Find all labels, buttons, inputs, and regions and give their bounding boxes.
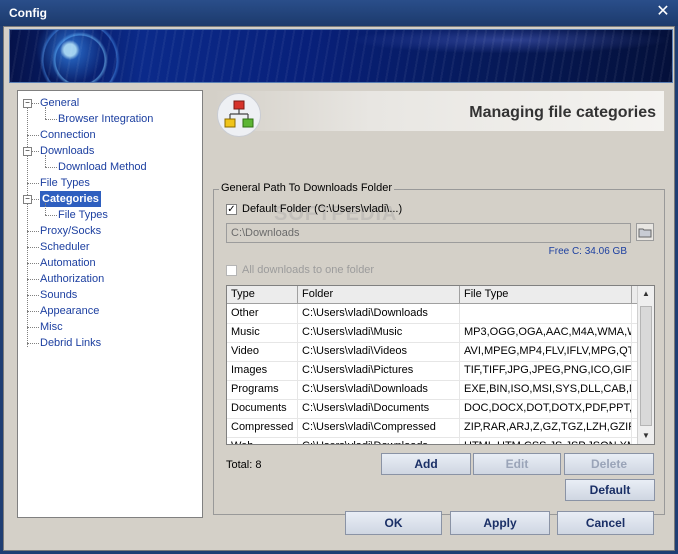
downloads-folder-group: General Path To Downloads Folder ✓ Defau… xyxy=(213,182,665,515)
ok-button[interactable]: OK xyxy=(345,511,442,535)
tree-item[interactable]: Appearance xyxy=(40,303,99,319)
window-title: Config xyxy=(9,6,47,20)
section-title: Managing file categories xyxy=(469,104,656,121)
tree-item[interactable]: Download Method xyxy=(58,159,147,175)
cell-type: Programs xyxy=(227,380,298,399)
table-row[interactable]: Documents C:\Users\vladi\Documents DOC,DOC… xyxy=(227,399,638,419)
cell-type: Images xyxy=(227,361,298,380)
banner-image xyxy=(9,29,673,83)
table-row[interactable]: Music C:\Users\vladi\Music MP3,OGG,OGA,AAC… xyxy=(227,323,638,343)
tree-item[interactable]: Downloads xyxy=(40,143,94,159)
cancel-button[interactable]: Cancel xyxy=(557,511,654,535)
collapse-icon[interactable]: − xyxy=(23,147,32,156)
scroll-down-icon[interactable]: ▼ xyxy=(638,428,654,444)
cell-file-type: ZIP,RAR,ARJ,Z,GZ,TGZ,LZH,GZIP, xyxy=(460,418,632,437)
default-button[interactable]: Default xyxy=(565,479,655,501)
cell-type: Music xyxy=(227,323,298,342)
tree-item[interactable]: Scheduler xyxy=(40,239,90,255)
tree-item[interactable]: Sounds xyxy=(40,287,77,303)
add-button[interactable]: Add xyxy=(381,453,471,475)
column-header-folder[interactable]: Folder xyxy=(298,286,460,303)
cell-file-type: EXE,BIN,ISO,MSI,SYS,DLL,CAB,MS xyxy=(460,380,632,399)
cell-type: Web xyxy=(227,437,298,444)
free-space-label: Free C: 34.06 GB xyxy=(548,246,627,257)
tree-item[interactable]: File Types xyxy=(58,207,108,223)
default-folder-checkbox[interactable]: ✓ xyxy=(226,204,237,215)
browse-folder-button[interactable] xyxy=(636,223,654,241)
cell-type: Video xyxy=(227,342,298,361)
cell-file-type: HTML,HTM,CSS,JS,JSP,JSON,XML xyxy=(460,437,632,444)
table-row[interactable]: Images C:\Users\vladi\Pictures TIF,TIFF,JP… xyxy=(227,361,638,381)
dialog-body: − General Browser Integration Connection − Do… xyxy=(3,26,675,551)
cell-type: Other xyxy=(227,304,298,323)
cell-folder: C:\Users\vladi\Documents xyxy=(298,399,460,418)
column-header-type[interactable]: Type xyxy=(227,286,298,303)
tree-item[interactable]: Authorization xyxy=(40,271,104,287)
column-header-file-type[interactable]: File Type xyxy=(460,286,632,303)
tree-item[interactable]: Browser Integration xyxy=(58,111,153,127)
table-header: Type Folder File Type xyxy=(227,286,638,304)
scroll-thumb[interactable] xyxy=(640,306,652,426)
config-window: Config ✕ − General Browser Integration Conn… xyxy=(0,0,678,554)
tree-item[interactable]: Debrid Links xyxy=(40,335,101,351)
title-bar: Config ✕ xyxy=(0,0,678,26)
categories-table[interactable]: Type Folder File Type Other C:\Users\vlad… xyxy=(226,285,655,445)
cell-folder: C:\Users\vladi\Downloads xyxy=(298,437,460,444)
table-row[interactable]: Video C:\Users\vladi\Videos AVI,MPEG,MP4,F… xyxy=(227,342,638,362)
cell-folder: C:\Users\vladi\Videos xyxy=(298,342,460,361)
close-icon[interactable]: ✕ xyxy=(654,3,672,21)
all-one-folder-checkbox[interactable] xyxy=(226,265,237,276)
cell-folder: C:\Users\vladi\Downloads xyxy=(298,304,460,323)
cell-file-type xyxy=(460,304,632,323)
default-folder-label: Default Folder (C:\Users\vladi\...) xyxy=(242,203,403,215)
table-row[interactable]: Compressed C:\Users\vladi\Compressed ZIP,R… xyxy=(227,418,638,438)
cell-folder: C:\Users\vladi\Compressed xyxy=(298,418,460,437)
all-one-folder-label: All downloads to one folder xyxy=(242,264,375,276)
cell-file-type: TIF,TIFF,JPG,JPEG,PNG,ICO,GIF,T xyxy=(460,361,632,380)
table-scrollbar[interactable]: ▲ ▼ xyxy=(637,286,654,444)
section-header: Managing file categories xyxy=(213,91,664,137)
tree-item[interactable]: Automation xyxy=(40,255,96,271)
cell-type: Documents xyxy=(227,399,298,418)
cell-file-type: MP3,OGG,OGA,AAC,M4A,WMA,WI xyxy=(460,323,632,342)
categories-icon xyxy=(217,93,261,137)
collapse-icon[interactable]: − xyxy=(23,99,32,108)
cell-file-type: DOC,DOCX,DOT,DOTX,PDF,PPT,XI xyxy=(460,399,632,418)
edit-button[interactable]: Edit xyxy=(473,453,561,475)
apply-button[interactable]: Apply xyxy=(450,511,550,535)
table-row[interactable]: Programs C:\Users\vladi\Downloads EXE,BIN,… xyxy=(227,380,638,400)
tree-item[interactable]: Misc xyxy=(40,319,63,335)
tree-item[interactable]: Proxy/Socks xyxy=(40,223,101,239)
total-count: Total: 8 xyxy=(226,459,262,471)
cell-folder: C:\Users\vladi\Pictures xyxy=(298,361,460,380)
settings-tree[interactable]: − General Browser Integration Connection − Do… xyxy=(17,90,203,518)
scroll-up-icon[interactable]: ▲ xyxy=(638,286,654,302)
folder-icon xyxy=(638,228,652,238)
table-row[interactable]: Other C:\Users\vladi\Downloads xyxy=(227,304,638,324)
download-path-input[interactable]: C:\Downloads xyxy=(226,223,631,243)
tree-item[interactable]: Categories xyxy=(40,191,101,207)
tree-item[interactable]: Connection xyxy=(40,127,96,143)
delete-button[interactable]: Delete xyxy=(564,453,654,475)
cell-folder: C:\Users\vladi\Downloads xyxy=(298,380,460,399)
tree-item[interactable]: File Types xyxy=(40,175,90,191)
cell-type: Compressed xyxy=(227,418,298,437)
group-title: General Path To Downloads Folder xyxy=(219,182,395,194)
collapse-icon[interactable]: − xyxy=(23,195,32,204)
cell-file-type: AVI,MPEG,MP4,FLV,IFLV,MPG,QT,I xyxy=(460,342,632,361)
cell-folder: C:\Users\vladi\Music xyxy=(298,323,460,342)
table-row[interactable]: WebC:\Users\vladi\DownloadsHTML,HTM,CSS,… xyxy=(227,437,638,444)
